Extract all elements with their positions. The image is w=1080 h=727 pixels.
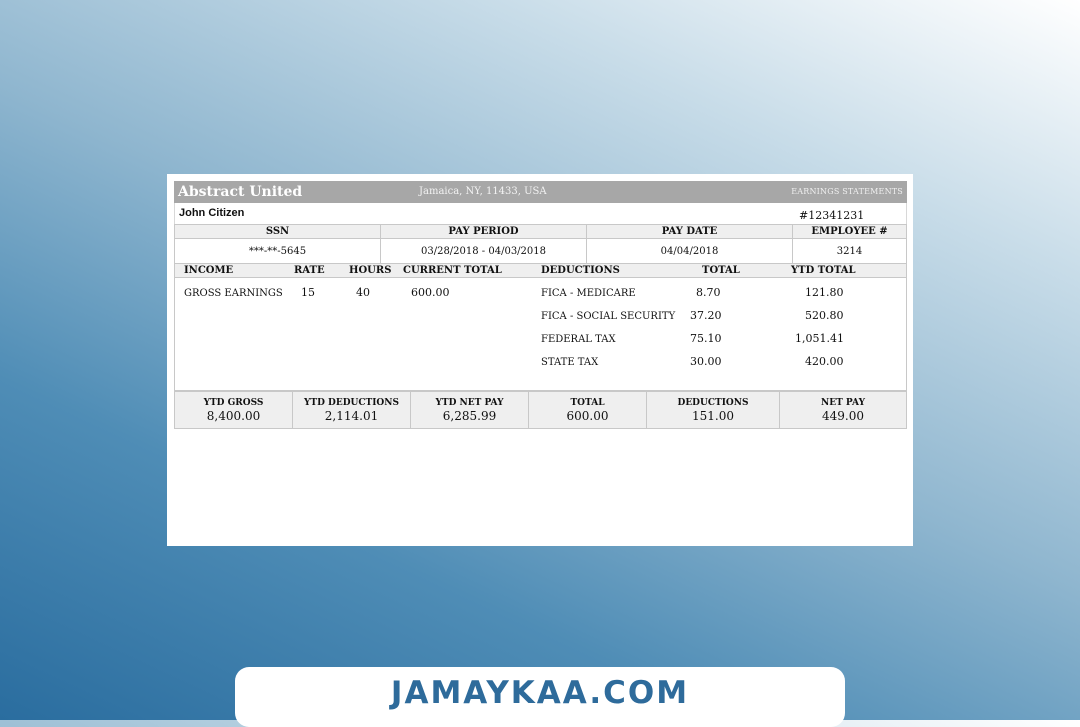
pay-info-table: SSN PAY PERIOD PAY DATE EMPLOYEE # ***-*… — [174, 224, 907, 264]
deduction-total: 37.20 — [690, 309, 722, 322]
company-name: Abstract United — [178, 184, 303, 200]
net-pay-label: NET PAY — [821, 398, 865, 408]
income-header: INCOME — [184, 265, 234, 276]
paystub-card: Abstract United Jamaica, NY, 11433, USA … — [167, 174, 913, 546]
pay-date-value: 04/04/2018 — [586, 238, 793, 264]
ytd-deductions-label: YTD DEDUCTIONS — [303, 398, 399, 408]
total-label: TOTAL — [570, 398, 605, 408]
statement-header: Abstract United Jamaica, NY, 11433, USA … — [174, 181, 907, 203]
ytd-gross-cell: YTD GROSS 8,400.00 — [174, 391, 293, 429]
total-header: TOTAL — [702, 265, 740, 276]
pay-period-header: PAY PERIOD — [380, 224, 587, 239]
ytd-net-pay-label: YTD NET PAY — [435, 398, 504, 408]
rate-value: 15 — [301, 286, 315, 299]
deductions-total-value: 151.00 — [692, 409, 734, 423]
deduction-total: 75.10 — [690, 332, 722, 345]
ytd-gross-label: YTD GROSS — [203, 398, 264, 408]
ytd-net-pay-cell: YTD NET PAY 6,285.99 — [410, 391, 529, 429]
ytd-total-header: YTD TOTAL — [791, 265, 856, 276]
deductions-header: DEDUCTIONS — [541, 265, 620, 276]
earnings-statement: Abstract United Jamaica, NY, 11433, USA … — [174, 181, 907, 429]
deduction-label: FEDERAL TAX — [541, 334, 616, 345]
net-pay-cell: NET PAY 449.00 — [779, 391, 907, 429]
ytd-gross-value: 8,400.00 — [206, 409, 261, 423]
deduction-label: FICA - MEDICARE — [541, 288, 636, 299]
ssn-header: SSN — [174, 224, 381, 239]
company-address: Jamaica, NY, 11433, USA — [419, 186, 547, 197]
ytd-net-pay-value: 6,285.99 — [442, 409, 497, 423]
employee-number: #12341231 — [799, 209, 865, 222]
net-pay-value: 449.00 — [822, 409, 864, 423]
ytd-deductions-cell: YTD DEDUCTIONS 2,114.01 — [292, 391, 411, 429]
statement-label: EARNINGS STATEMENTS — [791, 187, 903, 196]
employee-number-value: 3214 — [792, 238, 907, 264]
pay-period-value: 03/28/2018 - 04/03/2018 — [380, 238, 587, 264]
deductions-total-label: DEDUCTIONS — [677, 398, 749, 408]
deduction-label: STATE TAX — [541, 357, 599, 368]
total-value: 600.00 — [566, 409, 609, 423]
employee-number-header: EMPLOYEE # — [792, 224, 907, 239]
site-banner: JAMAYKAA.COM — [235, 667, 845, 727]
totals-table: YTD GROSS 8,400.00 YTD DEDUCTIONS 2,114.… — [174, 391, 907, 429]
deduction-total: 8.70 — [696, 286, 721, 299]
deduction-ytd: 520.80 — [805, 309, 844, 322]
ytd-deductions-value: 2,114.01 — [324, 409, 379, 423]
deduction-ytd: 121.80 — [805, 286, 844, 299]
rate-header: RATE — [294, 265, 325, 276]
deductions-cell: DEDUCTIONS 151.00 — [646, 391, 780, 429]
current-total-header: CURRENT TOTAL — [403, 265, 502, 276]
deduction-ytd: 1,051.41 — [795, 332, 844, 345]
deduction-ytd: 420.00 — [805, 355, 844, 368]
hours-value: 40 — [356, 286, 370, 299]
employee-row: John Citizen #12341231 — [174, 203, 907, 224]
deduction-label: FICA - SOCIAL SECURITY — [541, 311, 676, 322]
column-header-row: INCOME RATE HOURS CURRENT TOTAL DEDUCTIO… — [175, 264, 906, 278]
gross-earnings-label: GROSS EARNINGS — [184, 288, 283, 299]
deduction-total: 30.00 — [690, 355, 722, 368]
hours-header: HOURS — [349, 265, 392, 276]
total-cell: TOTAL 600.00 — [528, 391, 647, 429]
ssn-value: ***-**-5645 — [174, 238, 381, 264]
earnings-deductions-section: INCOME RATE HOURS CURRENT TOTAL DEDUCTIO… — [174, 264, 907, 391]
site-name: JAMAYKAA.COM — [390, 675, 690, 711]
pay-date-header: PAY DATE — [586, 224, 793, 239]
employee-name: John Citizen — [179, 207, 245, 219]
current-total-value: 600.00 — [411, 286, 450, 299]
